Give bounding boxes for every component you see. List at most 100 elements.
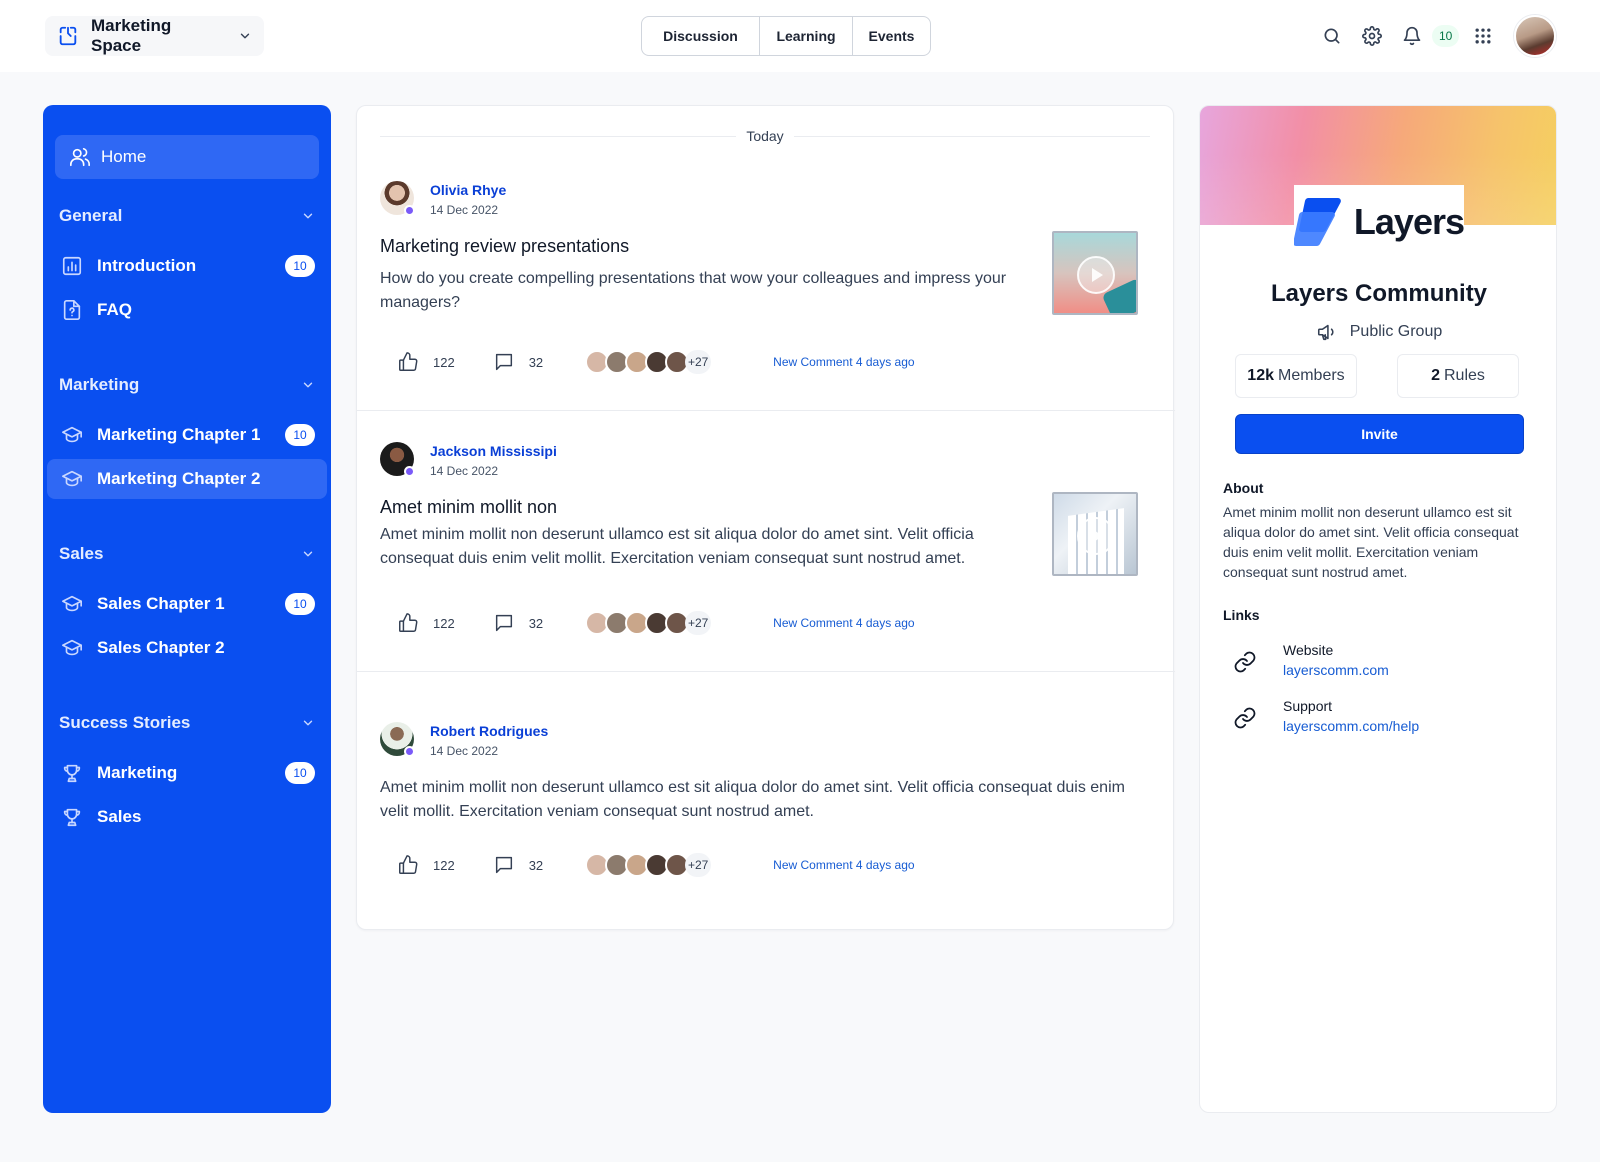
sidebar-item-marketing-chapter-1[interactable]: Marketing Chapter 1 10 xyxy=(47,415,327,455)
tab-discussion[interactable]: Discussion xyxy=(642,17,760,55)
sidebar-item-success-sales[interactable]: Sales xyxy=(47,797,327,837)
discussion-feed: Today Olivia Rhye 14 Dec 2022 Marketing … xyxy=(356,105,1175,930)
post-body: How do you create compelling presentatio… xyxy=(380,270,1007,311)
thumbs-up-icon xyxy=(399,352,418,371)
sidebar-item-label: FAQ xyxy=(97,300,132,319)
community-panel: Layers Layers Community Public Group 12k… xyxy=(1199,105,1557,1113)
sidebar-item-sales-chapter-2[interactable]: Sales Chapter 2 xyxy=(47,628,327,668)
about-text: Amet minim mollit non deserunt ullamco e… xyxy=(1223,504,1519,580)
space-logo-icon xyxy=(59,26,77,46)
apps-grid-icon[interactable] xyxy=(1467,20,1499,52)
post-title[interactable]: Amet minim mollit non xyxy=(380,497,557,518)
new-comment-link[interactable]: New Comment 4 days ago xyxy=(773,616,914,630)
top-tabs: Discussion Learning Events xyxy=(641,16,931,56)
participant-avatars[interactable]: +27 xyxy=(585,350,712,374)
comment-icon xyxy=(495,614,512,632)
link-url[interactable]: layerscomm.com/help xyxy=(1283,718,1419,734)
bell-icon[interactable] xyxy=(1396,20,1428,52)
trophy-icon xyxy=(63,808,81,827)
participant-avatars[interactable]: +27 xyxy=(585,611,712,635)
comment-icon xyxy=(495,353,512,371)
video-thumbnail[interactable] xyxy=(1052,231,1138,315)
sidebar-item-label: Marketing xyxy=(97,763,178,782)
rules-chip[interactable]: 2 Rules xyxy=(1397,354,1519,398)
space-switcher[interactable]: Marketing Space xyxy=(45,16,264,56)
author-avatar[interactable] xyxy=(380,722,415,757)
sidebar-item-success-marketing[interactable]: Marketing 10 xyxy=(47,753,327,793)
link-url[interactable]: layerscomm.com xyxy=(1283,662,1389,678)
section-success-stories[interactable]: Success Stories xyxy=(59,710,315,736)
thumbs-up-icon xyxy=(399,855,418,874)
new-comment-link[interactable]: New Comment 4 days ago xyxy=(773,858,914,872)
section-title: Marketing xyxy=(59,375,140,394)
sidebar-item-label: Sales Chapter 2 xyxy=(97,638,225,657)
participant-avatars[interactable]: +27 xyxy=(585,853,712,877)
like-button[interactable]: 122 xyxy=(397,854,455,876)
like-button[interactable]: 122 xyxy=(397,351,455,373)
link-title: Support xyxy=(1283,698,1333,714)
members-chip[interactable]: 12k Members xyxy=(1235,354,1357,398)
online-status-dot xyxy=(404,746,415,757)
date-label: Today xyxy=(746,128,784,144)
new-comment-link[interactable]: New Comment 4 days ago xyxy=(773,355,914,369)
community-type: Public Group xyxy=(1200,321,1556,343)
author-name[interactable]: Jackson Mississipi xyxy=(430,442,557,460)
sidebar-item-marketing-chapter-2[interactable]: Marketing Chapter 2 xyxy=(47,459,327,499)
author-name[interactable]: Olivia Rhye xyxy=(430,181,506,199)
rules-label: Rules xyxy=(1444,367,1485,384)
comment-button[interactable]: 32 xyxy=(493,612,543,634)
space-name: Marketing Space xyxy=(90,16,172,55)
tab-learning[interactable]: Learning xyxy=(760,17,853,55)
section-title: Success Stories xyxy=(59,713,191,732)
section-general[interactable]: General xyxy=(59,203,315,229)
bar-chart-icon xyxy=(62,256,82,276)
sidebar-item-faq[interactable]: FAQ xyxy=(47,290,327,330)
post-date: 14 Dec 2022 xyxy=(430,744,499,758)
community-logo: Layers xyxy=(1294,185,1465,259)
megaphone-icon xyxy=(1317,324,1334,341)
more-participants: +27 xyxy=(685,350,712,374)
online-status-dot xyxy=(404,466,415,477)
post-stats: 122 32 +27 New Comment 4 days ago xyxy=(397,349,915,375)
layers-logo-icon xyxy=(1294,198,1341,246)
date-divider: Today xyxy=(380,124,1150,148)
top-icons: 10 xyxy=(1316,20,1499,52)
comment-button[interactable]: 32 xyxy=(493,854,543,876)
sidebar-item-home[interactable]: Home xyxy=(55,135,319,179)
author-name[interactable]: Robert Rodrigues xyxy=(430,722,548,740)
chevron-down-icon xyxy=(303,382,313,388)
comment-icon xyxy=(495,856,512,874)
author-avatar[interactable] xyxy=(380,442,415,477)
post-title[interactable]: Marketing review presentations xyxy=(380,236,629,257)
comment-button[interactable]: 32 xyxy=(493,351,543,373)
chevron-down-icon xyxy=(240,33,250,39)
link-support: Support layerscomm.com/help xyxy=(1223,698,1539,738)
sidebar-item-introduction[interactable]: Introduction 10 xyxy=(47,246,327,286)
help-file-icon xyxy=(63,300,81,320)
chevron-down-icon xyxy=(303,551,313,557)
post-date: 14 Dec 2022 xyxy=(430,464,499,478)
gear-icon[interactable] xyxy=(1356,20,1388,52)
chevron-down-icon xyxy=(303,720,313,726)
sidebar-item-label: Marketing Chapter 2 xyxy=(97,469,261,488)
tab-events[interactable]: Events xyxy=(853,17,930,55)
link-website: Website layerscomm.com xyxy=(1223,642,1539,682)
sidebar-item-label: Sales Chapter 1 xyxy=(97,594,225,613)
search-icon[interactable] xyxy=(1316,20,1348,52)
author-avatar[interactable] xyxy=(380,181,415,216)
post-divider xyxy=(357,671,1175,672)
graduation-cap-icon xyxy=(62,470,82,487)
like-button[interactable]: 122 xyxy=(397,612,455,634)
section-sales[interactable]: Sales xyxy=(59,541,315,567)
invite-button[interactable]: Invite xyxy=(1235,414,1524,454)
user-avatar[interactable] xyxy=(1514,15,1556,57)
post-stats: 122 32 +27 New Comment 4 days ago xyxy=(397,610,915,636)
video-thumbnail[interactable] xyxy=(1052,492,1138,576)
graduation-cap-icon xyxy=(62,639,82,656)
sidebar-item-sales-chapter-1[interactable]: Sales Chapter 1 10 xyxy=(47,584,327,624)
section-marketing[interactable]: Marketing xyxy=(59,372,315,398)
comment-count: 32 xyxy=(528,354,544,370)
about-heading: About xyxy=(1223,480,1264,496)
links-heading: Links xyxy=(1223,607,1260,623)
post-author: Jackson Mississipi 14 Dec 2022 xyxy=(380,442,557,482)
